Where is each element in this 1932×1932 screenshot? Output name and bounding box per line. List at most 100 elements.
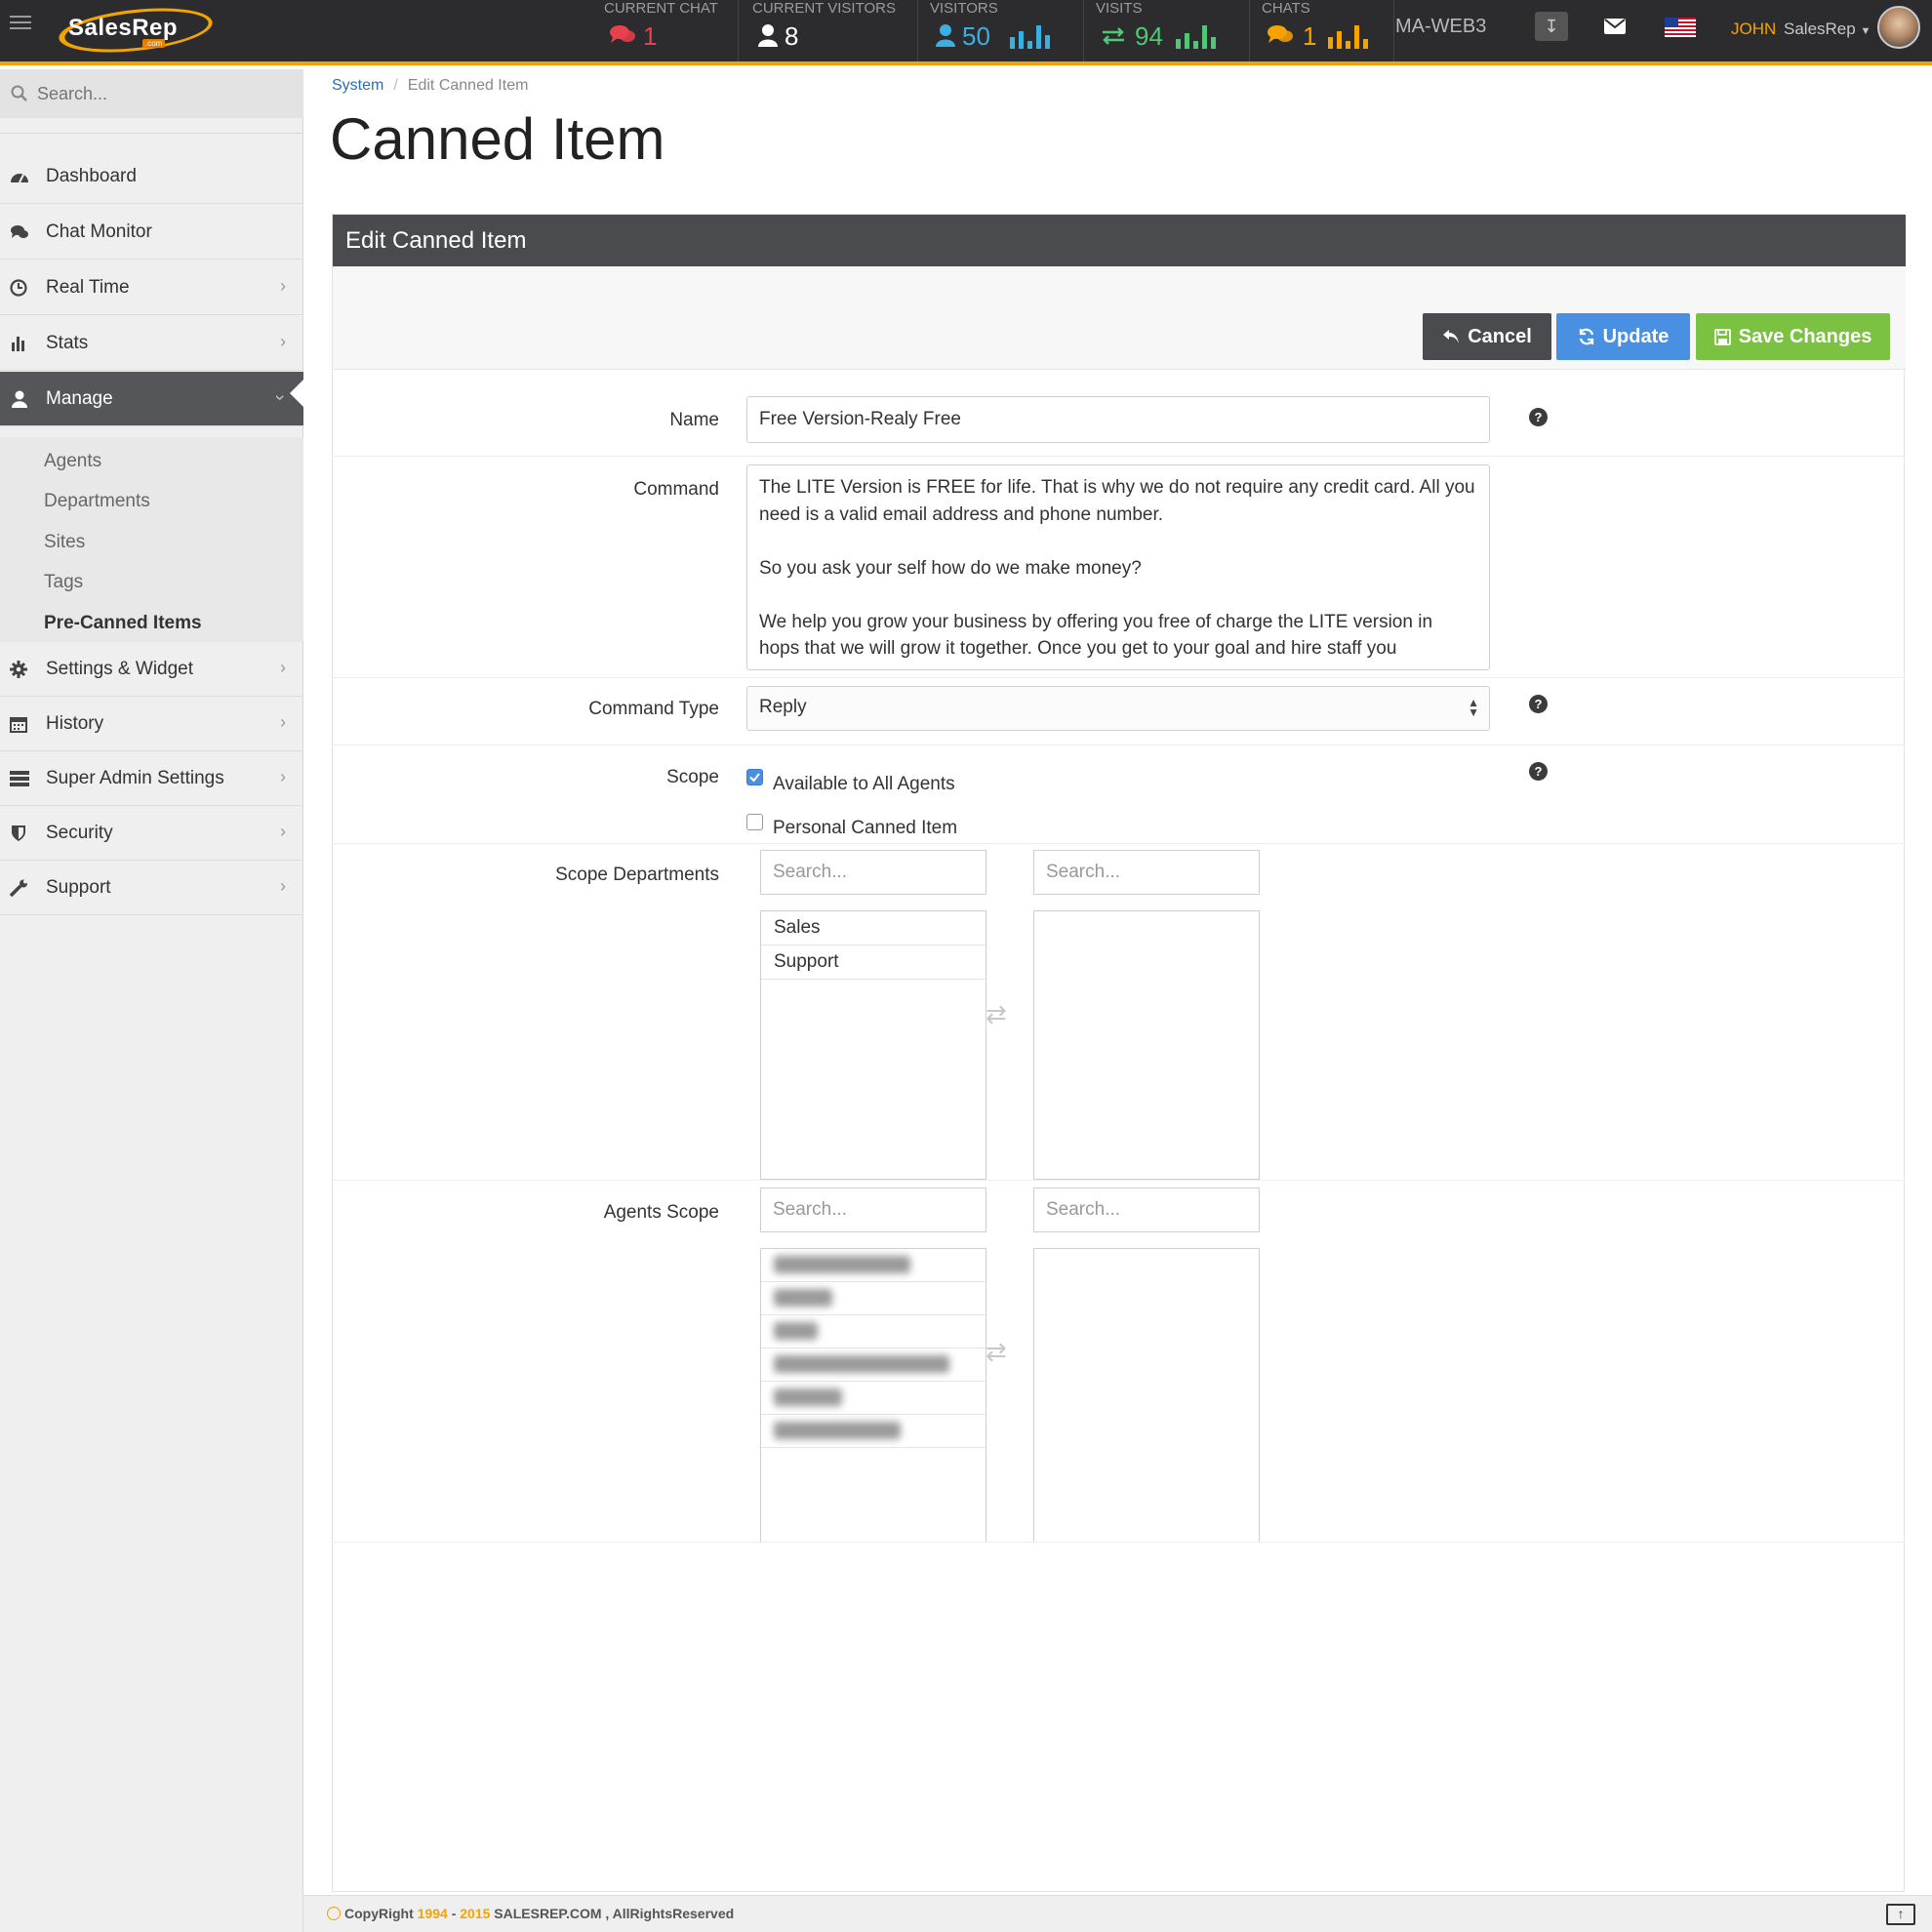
- redacted-agent-name: [774, 1389, 842, 1406]
- chevron-right-icon: ›: [280, 822, 286, 841]
- scope-all-agents-checkbox[interactable]: [746, 769, 763, 785]
- chat-bubbles-icon: [1268, 25, 1293, 43]
- sidebar-item-manage[interactable]: Manage ›: [0, 372, 303, 426]
- scope-all-agents-label[interactable]: Available to All Agents: [773, 774, 955, 795]
- active-indicator: [290, 380, 303, 407]
- footer: CopyRight 1994 - 2015 SALESREP.COM , All…: [303, 1895, 1932, 1932]
- name-input[interactable]: Free Version-Realy Free: [746, 396, 1490, 443]
- divider: [332, 677, 1905, 678]
- list-item[interactable]: Sales: [761, 911, 986, 946]
- list-item[interactable]: [761, 1249, 986, 1282]
- breadcrumb: System / Edit Canned Item: [332, 77, 528, 95]
- transfer-arrows-icon[interactable]: ⇄: [986, 1337, 1007, 1367]
- agents-available-list[interactable]: [760, 1248, 986, 1543]
- redacted-agent-name: [774, 1256, 910, 1273]
- chat-bubbles-icon: [610, 25, 635, 43]
- list-item[interactable]: [761, 1348, 986, 1382]
- stat-visitors[interactable]: VISITORS 50: [920, 0, 1084, 61]
- copyright-year-end: 2015: [460, 1906, 491, 1921]
- command-type-value: Reply: [759, 697, 807, 717]
- command-type-select[interactable]: Reply ▲ ▼: [746, 686, 1490, 731]
- save-changes-button-label: Save Changes: [1738, 325, 1872, 347]
- sidebar-item-label: Real Time: [46, 277, 130, 298]
- panel-title: Edit Canned Item: [345, 227, 527, 254]
- scope-personal-label[interactable]: Personal Canned Item: [773, 818, 957, 839]
- agents-selected-list[interactable]: [1033, 1248, 1260, 1543]
- stat-chats[interactable]: CHATS 1: [1252, 0, 1394, 61]
- help-icon[interactable]: ?: [1529, 408, 1548, 426]
- scope-personal-checkbox[interactable]: [746, 814, 763, 830]
- stat-value: 1: [1303, 21, 1317, 51]
- cancel-button[interactable]: Cancel: [1423, 313, 1551, 360]
- sidebar-item-dashboard[interactable]: Dashboard: [0, 149, 303, 204]
- chevron-right-icon: ›: [280, 712, 286, 732]
- sidebar-item-history[interactable]: History ›: [0, 697, 303, 751]
- scroll-to-top-icon[interactable]: ↑: [1886, 1904, 1915, 1925]
- list-item[interactable]: [761, 1315, 986, 1348]
- sidebar-item-settings-widget[interactable]: Settings & Widget ›: [0, 642, 303, 697]
- breadcrumb-separator: /: [393, 77, 398, 94]
- agents-selected-search[interactable]: Search...: [1033, 1187, 1260, 1232]
- stat-current-visitors[interactable]: CURRENT VISITORS 8: [743, 0, 918, 61]
- sidebar-item-security[interactable]: Security ›: [0, 806, 303, 861]
- chevron-right-icon: ›: [280, 876, 286, 896]
- stat-label: VISITORS: [930, 0, 998, 17]
- list-item[interactable]: Support: [761, 946, 986, 980]
- submenu-item-departments[interactable]: Departments: [44, 491, 150, 512]
- submenu-item-pre-canned-items[interactable]: Pre-Canned Items: [44, 613, 202, 634]
- command-textarea[interactable]: The LITE Version is FREE for life. That …: [746, 464, 1490, 670]
- submenu-item-sites[interactable]: Sites: [44, 532, 85, 553]
- user-menu[interactable]: SalesRep ▼: [1784, 20, 1871, 39]
- submenu-item-tags[interactable]: Tags: [44, 572, 83, 593]
- search-icon: [11, 85, 27, 101]
- swap-arrows-icon: [1103, 27, 1124, 45]
- list-item[interactable]: [761, 1415, 986, 1448]
- menu-toggle-icon[interactable]: [10, 16, 31, 33]
- submenu-item-agents[interactable]: Agents: [44, 451, 101, 472]
- sidebar-item-super-admin-settings[interactable]: Super Admin Settings ›: [0, 751, 303, 806]
- list-item[interactable]: [761, 1382, 986, 1415]
- sidebar-item-label: Settings & Widget: [46, 659, 194, 679]
- redacted-agent-name: [774, 1322, 818, 1340]
- divider: [332, 1180, 1905, 1181]
- salesrep-logo[interactable]: SalesRep .com: [49, 1, 224, 60]
- sidebar-search-input[interactable]: [35, 77, 289, 110]
- page-title: Canned Item: [330, 106, 665, 172]
- download-button[interactable]: ↧: [1535, 12, 1568, 41]
- sidebar-item-stats[interactable]: Stats ›: [0, 316, 303, 371]
- scope-departments-label: Scope Departments: [555, 865, 719, 885]
- user-icon: [936, 24, 955, 47]
- departments-available-list[interactable]: Sales Support: [760, 910, 986, 1180]
- logo-text: SalesRep: [68, 15, 179, 41]
- help-icon[interactable]: ?: [1529, 695, 1548, 713]
- name-label: Name: [669, 410, 719, 430]
- departments-available-search[interactable]: Search...: [760, 850, 986, 895]
- copyright-prefix: CopyRight: [344, 1906, 418, 1921]
- stat-value: 94: [1135, 21, 1163, 51]
- help-icon[interactable]: ?: [1529, 762, 1548, 781]
- user-first-name[interactable]: JOHN: [1731, 20, 1776, 39]
- sidebar-item-label: Stats: [46, 333, 89, 353]
- user-icon: [758, 24, 778, 47]
- stat-visits[interactable]: VISITS 94: [1086, 0, 1250, 61]
- departments-selected-list[interactable]: [1033, 910, 1260, 1180]
- avatar[interactable]: [1877, 6, 1920, 49]
- transfer-arrows-icon[interactable]: ⇄: [986, 999, 1007, 1029]
- select-arrows-icon: ▲ ▼: [1468, 696, 1479, 719]
- sidebar-item-chat-monitor[interactable]: Chat Monitor: [0, 205, 303, 260]
- us-flag-icon[interactable]: [1665, 18, 1696, 37]
- sidebar-item-real-time[interactable]: Real Time ›: [0, 261, 303, 315]
- update-button[interactable]: Update: [1556, 313, 1690, 360]
- save-changes-button[interactable]: Save Changes: [1696, 313, 1890, 360]
- agents-available-search[interactable]: Search...: [760, 1187, 986, 1232]
- sidebar-item-support[interactable]: Support ›: [0, 861, 303, 915]
- stat-current-chat[interactable]: CURRENT CHAT 1: [594, 0, 739, 61]
- sidebar-item-label: Chat Monitor: [46, 221, 152, 242]
- checkmark-icon: [749, 773, 760, 783]
- breadcrumb-system-link[interactable]: System: [332, 77, 383, 94]
- mail-icon[interactable]: [1604, 19, 1626, 34]
- user-icon: [12, 390, 27, 408]
- departments-selected-search[interactable]: Search...: [1033, 850, 1260, 895]
- chevron-right-icon: ›: [280, 767, 286, 786]
- list-item[interactable]: [761, 1282, 986, 1315]
